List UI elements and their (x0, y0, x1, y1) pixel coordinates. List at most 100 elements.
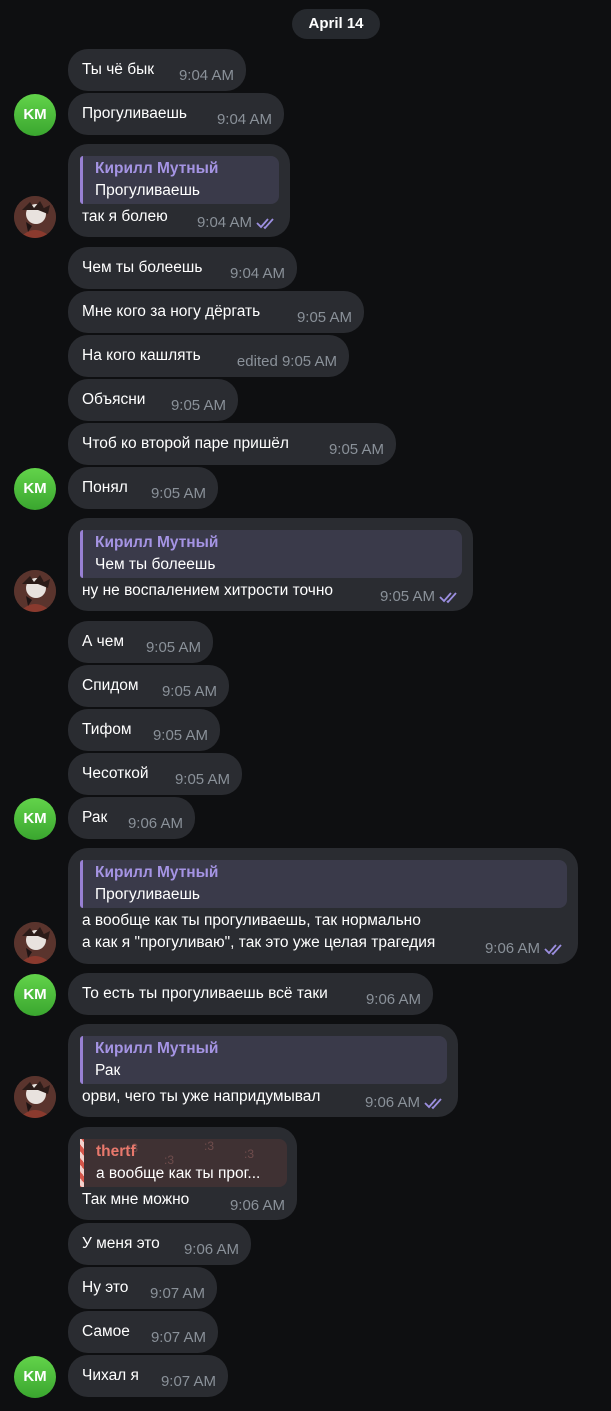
message-bubble[interactable]: :3 :3 :3 :3 thertf а вообще как ты прог.… (68, 1127, 297, 1220)
message-text: Понял (82, 479, 128, 496)
quote-author: thertf (96, 1143, 136, 1160)
message-time: 9:07 AM (160, 1373, 216, 1390)
reply-quote[interactable]: Кирилл Мутный Чем ты болеешь (80, 530, 462, 578)
message-bubble[interactable]: То есть ты прогуливаешь всё таки 9:06 AM (68, 973, 433, 1015)
message-bubble[interactable]: Прогуливаешь 9:04 AM (68, 93, 284, 135)
message-text: Чихал я (82, 1367, 139, 1384)
reply-quote[interactable]: Кирилл Мутный Прогуливаешь (80, 860, 567, 908)
message-text: Чесоткой (82, 765, 149, 782)
double-check-icon (439, 592, 457, 604)
message-bubble[interactable]: Чихал я 9:07 AM (68, 1355, 228, 1397)
quote-text: Чем ты болеешь (95, 556, 216, 573)
avatar[interactable]: KM (14, 798, 56, 840)
message-text: У меня это (82, 1235, 160, 1252)
avatar[interactable]: KM (14, 94, 56, 136)
message-text: На кого кашлять (82, 347, 201, 364)
message-text: Рак (82, 809, 108, 826)
message-time: 9:05 AM (170, 397, 226, 414)
message-bubble[interactable]: Кирилл Мутный Рак орви, чего ты уже напр… (68, 1024, 458, 1117)
message-text: А чем (82, 633, 124, 650)
pattern-decoration: :3 (204, 1139, 215, 1153)
message-time: 9:04 AM (178, 67, 234, 84)
message-time: 9:07 AM (149, 1285, 205, 1302)
message-bubble[interactable]: У меня это 9:06 AM (68, 1223, 251, 1265)
message-time: 9:05 AM (328, 441, 384, 458)
message-time: 9:04 AM (216, 111, 272, 128)
message-text: Мне кого за ногу дёргать (82, 303, 261, 320)
double-check-icon (256, 218, 274, 230)
message-time: 9:05 AM (296, 309, 352, 326)
message-bubble[interactable]: А чем 9:05 AM (68, 621, 213, 663)
message-time: 9:05 AM (145, 639, 201, 656)
message-text: Прогуливаешь (82, 105, 187, 122)
message-time: 9:04 AM (229, 265, 285, 282)
message-text: Ну это (82, 1279, 129, 1296)
message-bubble[interactable]: Самое 9:07 AM (68, 1311, 218, 1353)
message-text: Спидом (82, 677, 139, 694)
message-time: 9:05 AM (161, 683, 217, 700)
message-bubble[interactable]: Рак 9:06 AM (68, 797, 195, 839)
message-text: Чем ты болеешь (82, 259, 203, 276)
message-text: Тифом (82, 721, 132, 738)
message-bubble[interactable]: Спидом 9:05 AM (68, 665, 229, 707)
message-text: ну не воспалением хитрости точно (82, 582, 334, 599)
user-photo-icon (14, 196, 56, 238)
avatar[interactable] (14, 570, 56, 612)
message-time: 9:06 AM (183, 1241, 239, 1258)
quote-author: Кирилл Мутный (95, 534, 219, 551)
avatar[interactable] (14, 196, 56, 238)
chat-area: April 14 Ты чё бык 9:04 AM Прогуливаешь … (0, 0, 611, 1411)
message-time: 9:04 AM (196, 214, 252, 231)
reply-quote[interactable]: :3 :3 :3 :3 thertf а вообще как ты прог.… (80, 1139, 287, 1187)
message-bubble[interactable]: Чем ты болеешь 9:04 AM (68, 247, 297, 289)
message-time: 9:05 AM (379, 588, 435, 605)
quote-author: Кирилл Мутный (95, 864, 219, 881)
message-text: Самое (82, 1323, 130, 1340)
message-time: 9:06 AM (484, 940, 540, 957)
message-bubble[interactable]: Понял 9:05 AM (68, 467, 218, 509)
message-bubble[interactable]: Ты чё бык 9:04 AM (68, 49, 246, 91)
quote-author: Кирилл Мутный (95, 160, 219, 177)
message-text: То есть ты прогуливаешь всё таки (82, 985, 328, 1002)
message-bubble[interactable]: Ну это 9:07 AM (68, 1267, 217, 1309)
user-photo-icon (14, 1076, 56, 1118)
quote-author: Кирилл Мутный (95, 1040, 219, 1057)
message-bubble[interactable]: Мне кого за ногу дёргать 9:05 AM (68, 291, 364, 333)
message-time: 9:07 AM (150, 1329, 206, 1346)
message-bubble[interactable]: Кирилл Мутный Чем ты болеешь ну не воспа… (68, 518, 473, 611)
message-text-line-2: а как я "прогуливаю", так это уже целая … (82, 934, 436, 951)
message-text: Объясни (82, 391, 146, 408)
message-bubble[interactable]: Чесоткой 9:05 AM (68, 753, 242, 795)
message-bubble[interactable]: Объясни 9:05 AM (68, 379, 238, 421)
reply-quote[interactable]: Кирилл Мутный Рак (80, 1036, 447, 1084)
quote-text: Рак (95, 1062, 121, 1079)
message-bubble[interactable]: Чтоб ко второй паре пришёл 9:05 AM (68, 423, 396, 465)
message-time: edited 9:05 AM (236, 353, 337, 370)
user-photo-icon (14, 922, 56, 964)
message-bubble[interactable]: Тифом 9:05 AM (68, 709, 220, 751)
message-time: 9:06 AM (364, 1094, 420, 1111)
pattern-decoration: :3 (244, 1147, 255, 1161)
message-text: так я болею (82, 208, 168, 225)
avatar[interactable] (14, 922, 56, 964)
message-time: 9:06 AM (127, 815, 183, 832)
message-time: 9:06 AM (365, 991, 421, 1008)
message-bubble[interactable]: Кирилл Мутный Прогуливаешь так я болею 9… (68, 144, 290, 237)
message-bubble[interactable]: Кирилл Мутный Прогуливаешь а вообще как … (68, 848, 578, 964)
message-bubble[interactable]: На кого кашлять edited 9:05 AM (68, 335, 349, 377)
avatar[interactable] (14, 1076, 56, 1118)
reply-quote[interactable]: Кирилл Мутный Прогуливаешь (80, 156, 279, 204)
avatar[interactable]: KM (14, 1356, 56, 1398)
message-time: 9:05 AM (174, 771, 230, 788)
message-text: Так мне можно (82, 1191, 190, 1208)
avatar[interactable]: KM (14, 974, 56, 1016)
message-time: 9:05 AM (150, 485, 206, 502)
quote-text: Прогуливаешь (95, 182, 200, 199)
message-text: Чтоб ко второй паре пришёл (82, 435, 289, 452)
message-text: Ты чё бык (82, 61, 155, 78)
quote-text: а вообще как ты прог... (96, 1165, 261, 1182)
avatar[interactable]: KM (14, 468, 56, 510)
message-text: а вообще как ты прогуливаешь, так нормал… (82, 912, 421, 929)
date-separator[interactable]: April 14 (292, 9, 380, 39)
double-check-icon (544, 944, 562, 956)
